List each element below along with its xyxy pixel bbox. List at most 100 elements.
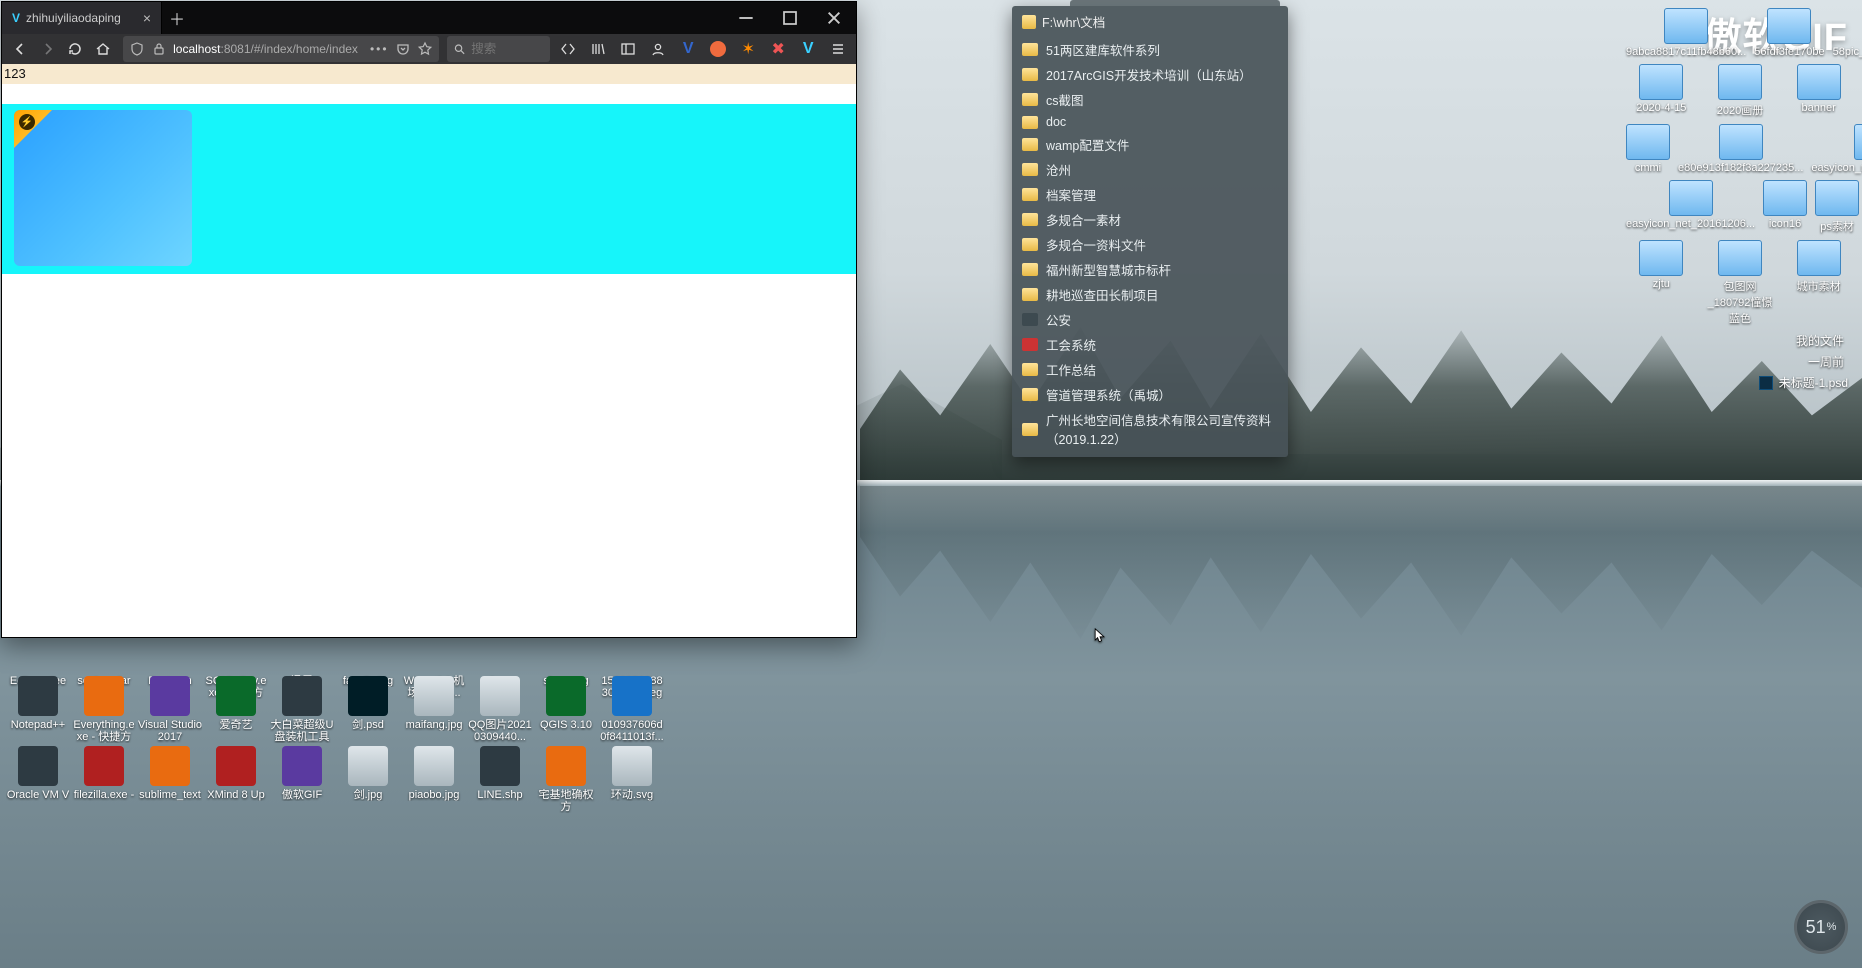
folder-icon [1022,313,1038,326]
panel-item[interactable]: doc [1012,112,1288,132]
desktop-icon-label: XMind 8 Up [204,789,268,801]
search-box[interactable] [447,36,551,62]
desktop-shortcut[interactable]: maifang.jpg [402,676,466,731]
reader-icon[interactable]: ••• [370,42,389,56]
desktop-shortcut[interactable]: piaobo.jpg [402,746,466,801]
desktop-shortcut[interactable]: 爱奇艺 [204,676,268,731]
desktop-folder[interactable]: ps素材 [1815,180,1859,234]
panel-handle[interactable] [1070,0,1280,6]
desktop-folder[interactable]: e80e913f182f3a227235... [1678,124,1803,174]
desktop-shortcut[interactable]: Notepad++ [6,676,70,731]
desktop-shortcut[interactable]: LINE.shp [468,746,532,801]
desktop-shortcut[interactable]: 傲软GIF [270,746,334,801]
vue-devtools-icon[interactable]: V [674,37,702,61]
desktop-folder[interactable]: banner [1783,64,1854,118]
panel-item[interactable]: cs截图 [1012,87,1288,112]
desktop-shortcut[interactable]: 大白菜超级U盘装机工具 [270,676,334,743]
desktop-shortcut[interactable]: QGIS 3.10 [534,676,598,731]
desktop-folder[interactable]: 58pic_27251633_a4a5a... [1833,8,1862,58]
desktop-icon-label: 2020-4-15 [1626,102,1697,114]
window-maximize-button[interactable] [768,2,812,34]
desktop-shortcut[interactable]: 剑.psd [336,676,400,731]
vue-icon[interactable]: V [794,37,822,61]
address-bar[interactable]: localhost:8081/#/index/home/index ••• [123,36,438,62]
desktop-section-label: 一周前 [1626,353,1854,370]
app-icon [480,676,520,716]
panel-item-label: cs截图 [1046,90,1084,109]
nav-back-button[interactable] [8,37,32,61]
panel-item[interactable]: 2017ArcGIS开发技术培训（山东站） [1012,62,1288,87]
desktop-icon-label: ps素材 [1815,218,1859,234]
desktop-shortcut[interactable]: Visual Studio 2017 [138,676,202,743]
sidebar-icon[interactable] [614,37,642,61]
devtools-icon[interactable] [554,37,582,61]
desktop-shortcut[interactable]: Everything.exe - 快捷方式 [72,676,136,743]
desktop-folder[interactable]: icon16 [1763,180,1807,234]
panel-item[interactable]: 多规合一资料文件 [1012,232,1288,257]
desktop-folder[interactable]: 9abca8817c11fb48b60... [1626,8,1746,58]
page-viewport: 123 ⚡ [2,64,856,637]
recording-progress-badge: 51% [1794,900,1848,954]
desktop-shortcut[interactable]: sublime_text [138,746,202,801]
panel-item[interactable]: 工作总结 [1012,357,1288,382]
desktop-file[interactable]: 未标题-1.psd [1626,374,1854,391]
window-buttons [724,2,856,34]
app-icon [150,676,190,716]
close-icon [826,10,842,26]
desktop-shortcut[interactable]: filezilla.exe - [72,746,136,801]
nav-home-button[interactable] [91,37,115,61]
desktop-folder[interactable]: easyicon_net_20161205... [1811,124,1862,174]
desktop-folder[interactable]: cmmi [1626,124,1670,174]
panel-item[interactable]: 沧州 [1012,157,1288,182]
desktop-shortcut[interactable]: XMind 8 Up [204,746,268,801]
bookmark-star-icon[interactable] [417,41,433,57]
search-input[interactable] [471,42,544,56]
window-minimize-button[interactable] [724,2,768,34]
new-tab-button[interactable]: ＋ [162,2,192,34]
desktop-icon-label: 大白菜超级U盘装机工具 [270,719,334,743]
panel-item[interactable]: wamp配置文件 [1012,132,1288,157]
desktop-shortcut[interactable]: 环动.svg [600,746,664,801]
desktop-folder[interactable]: 2020-4-15 [1626,64,1697,118]
panel-item[interactable]: 公安 [1012,307,1288,332]
desktop-folder[interactable]: zjtu [1626,240,1697,326]
panel-item[interactable]: 档案管理 [1012,182,1288,207]
panel-item[interactable]: 多规合一素材 [1012,207,1288,232]
folder-icon [1718,240,1762,276]
extension-monkey-icon[interactable] [704,37,732,61]
desktop-shortcut[interactable]: QQ图片20210309440... [468,676,532,743]
library-icon[interactable] [584,37,612,61]
browser-tab-active[interactable]: V zhihuiyiliaodaping × [2,2,162,34]
desktop-shortcut[interactable]: 010937606d0f8411013f... [600,676,664,743]
desktop-folder[interactable]: 城市素材 [1783,240,1854,326]
desktop-folder[interactable]: 包图网_180792憧憬蓝色 [1705,240,1776,326]
desktop-folder[interactable]: 2020画册 [1705,64,1776,118]
panel-item[interactable]: 51两区建库软件系列 [1012,37,1288,62]
panel-item[interactable]: 管道管理系统（禹城） [1012,382,1288,407]
app-menu-button[interactable] [826,37,850,61]
extension-star-icon[interactable]: ✶ [734,37,762,61]
nav-reload-button[interactable] [64,37,88,61]
panel-item-label: 广州长地空间信息技术有限公司宣传资料（2019.1.22） [1046,410,1278,448]
desktop-folder[interactable]: easyicon_net_20161206... [1626,180,1755,234]
desktop-icon-label: icon16 [1763,218,1807,230]
nav-forward-button[interactable] [36,37,60,61]
desktop-shortcut[interactable]: 剑.jpg [336,746,400,801]
app-icon [546,676,586,716]
panel-item[interactable]: 耕地巡查田长制项目 [1012,282,1288,307]
desktop-file-label: 未标题-1.psd [1779,374,1848,391]
desktop-shortcut[interactable]: 宅基地确权方 [534,746,598,813]
pocket-icon[interactable] [395,41,411,57]
extension-puzzle-icon[interactable]: ✖ [764,37,792,61]
page-card[interactable]: ⚡ [14,110,192,266]
desktop-shortcut[interactable]: Oracle VM V [6,746,70,801]
tab-close-icon[interactable]: × [143,10,151,26]
panel-item[interactable]: 工会系统 [1012,332,1288,357]
desktop-folder[interactable]: 56fdf3fe170be [1754,8,1824,58]
maximize-icon [782,10,798,26]
desktop-icon-label: 9abca8817c11fb48b60... [1626,46,1746,58]
panel-item[interactable]: 广州长地空间信息技术有限公司宣传资料（2019.1.22） [1012,407,1288,451]
account-icon[interactable] [644,37,672,61]
window-close-button[interactable] [812,2,856,34]
panel-item[interactable]: 福州新型智慧城市标杆 [1012,257,1288,282]
